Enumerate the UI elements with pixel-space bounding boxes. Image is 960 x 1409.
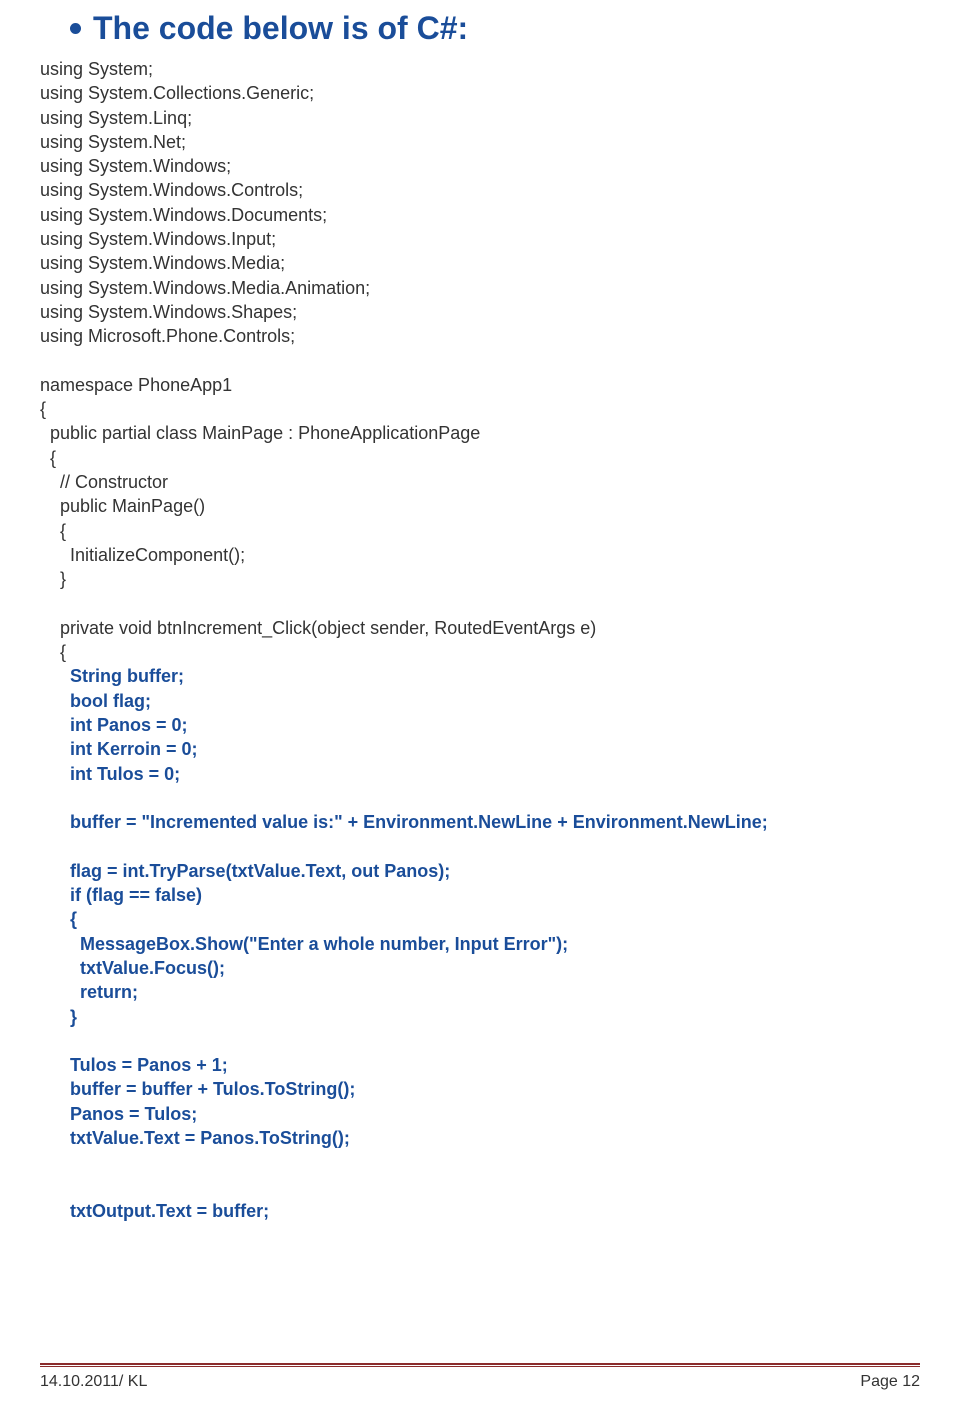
heading-row: The code below is of C#:: [70, 10, 920, 47]
code-line: int Panos = 0;: [40, 713, 920, 737]
code-line: using System.Windows.Shapes;: [40, 300, 920, 324]
code-line: if (flag == false): [40, 883, 920, 907]
code-line: MessageBox.Show("Enter a whole number, I…: [40, 932, 920, 956]
code-line: using System.Windows.Documents;: [40, 203, 920, 227]
code-line: using System.Windows.Media;: [40, 251, 920, 275]
code-line: public MainPage(): [40, 494, 920, 518]
footer-page-number: Page 12: [860, 1373, 920, 1391]
code-line: namespace PhoneApp1: [40, 373, 920, 397]
code-line: using Microsoft.Phone.Controls;: [40, 324, 920, 348]
code-line: flag = int.TryParse(txtValue.Text, out P…: [40, 859, 920, 883]
code-line: buffer = buffer + Tulos.ToString();: [40, 1077, 920, 1101]
code-line: String buffer;: [40, 664, 920, 688]
code-line: }: [40, 567, 920, 591]
code-line: Tulos = Panos + 1;: [40, 1053, 920, 1077]
code-line: {: [40, 640, 920, 664]
code-line: using System;: [40, 57, 920, 81]
code-block: using System; using System.Collections.G…: [40, 57, 920, 1223]
code-line: public partial class MainPage : PhoneApp…: [40, 421, 920, 445]
code-line: // Constructor: [40, 470, 920, 494]
footer-separator: [40, 1363, 920, 1367]
code-line: bool flag;: [40, 689, 920, 713]
code-line: txtValue.Text = Panos.ToString();: [40, 1126, 920, 1150]
page-heading: The code below is of C#:: [93, 10, 468, 47]
code-line: InitializeComponent();: [40, 543, 920, 567]
bullet-icon: [70, 23, 81, 34]
footer-date: 14.10.2011/ KL: [40, 1373, 147, 1391]
code-line: {: [40, 519, 920, 543]
page-footer: 14.10.2011/ KL Page 12: [40, 1363, 920, 1391]
code-line: using System.Net;: [40, 130, 920, 154]
code-line: int Tulos = 0;: [40, 762, 920, 786]
code-line: int Kerroin = 0;: [40, 737, 920, 761]
code-line: Panos = Tulos;: [40, 1102, 920, 1126]
code-line: txtOutput.Text = buffer;: [40, 1199, 920, 1223]
code-line: using System.Windows;: [40, 154, 920, 178]
code-line: {: [40, 446, 920, 470]
code-line: txtValue.Focus();: [40, 956, 920, 980]
code-line: using System.Windows.Input;: [40, 227, 920, 251]
code-line: using System.Collections.Generic;: [40, 81, 920, 105]
code-line: return;: [40, 980, 920, 1004]
code-line: using System.Windows.Media.Animation;: [40, 276, 920, 300]
code-line: }: [40, 1005, 920, 1029]
code-line: private void btnIncrement_Click(object s…: [40, 616, 920, 640]
code-line: using System.Windows.Controls;: [40, 178, 920, 202]
code-line: {: [40, 907, 920, 931]
code-line: {: [40, 397, 920, 421]
page-body: The code below is of C#: using System; u…: [0, 0, 960, 1223]
code-line: buffer = "Incremented value is:" + Envir…: [40, 810, 920, 834]
code-line: using System.Linq;: [40, 106, 920, 130]
